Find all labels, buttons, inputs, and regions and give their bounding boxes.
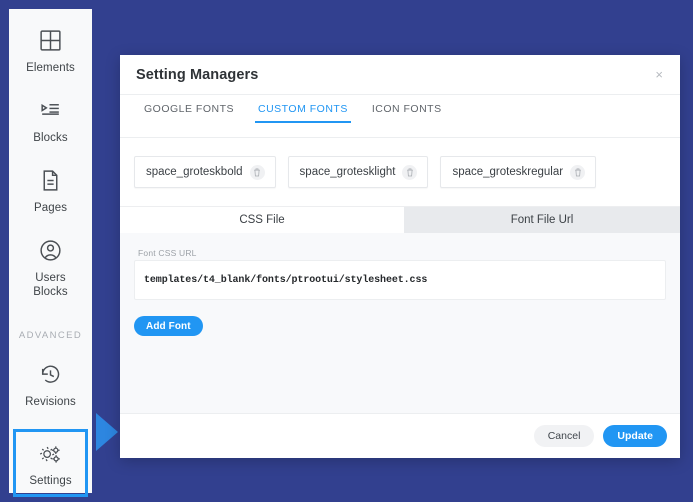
css-file-panel: Font CSS URL templates/t4_blank/fonts/pt… (120, 233, 680, 413)
user-circle-icon (38, 235, 63, 265)
sidebar-item-blocks[interactable]: Blocks (9, 95, 92, 145)
sidebar-item-label: Blocks (33, 132, 68, 144)
sidebar-item-revisions[interactable]: Revisions (9, 359, 92, 409)
gears-icon (37, 440, 64, 470)
sidebar-item-label-line1: Users (35, 272, 66, 284)
font-chip[interactable]: space_groteskbold (134, 156, 276, 188)
sidebar-item-elements[interactable]: Elements (9, 25, 92, 75)
modal-tabbar: GOOGLE FONTS CUSTOM FONTS ICON FONTS (120, 95, 680, 138)
sidebar-item-label-line2: Blocks (33, 286, 68, 298)
sidebar-item-users-blocks[interactable]: Users Blocks (9, 235, 92, 299)
right-arrow-pointer (96, 413, 118, 451)
trash-icon[interactable] (249, 164, 265, 180)
sidebar-item-label: Pages (33, 202, 68, 214)
tab-icon-fonts[interactable]: ICON FONTS (360, 103, 454, 123)
trash-icon[interactable] (570, 164, 586, 180)
modal-footer: Cancel Update (120, 413, 680, 458)
cancel-button[interactable]: Cancel (533, 425, 595, 447)
update-button[interactable]: Update (603, 425, 667, 447)
document-icon (38, 165, 63, 195)
subtab-css-file[interactable]: CSS File (120, 207, 404, 233)
source-subtabs: CSS File Font File Url (120, 206, 680, 233)
add-font-button[interactable]: Add Font (134, 316, 203, 336)
font-css-url-label: Font CSS URL (138, 248, 197, 258)
sidebar-item-label: Users Blocks (33, 271, 67, 299)
font-chip-list: space_groteskbold space_grotesklight spa… (120, 138, 680, 206)
left-sidebar: Elements Blocks Pages Users Blocks ADVAN… (9, 9, 92, 497)
sidebar-item-label: Revisions (25, 396, 76, 408)
sidebar-item-label: Settings (29, 475, 72, 487)
sidebar-item-pages[interactable]: Pages (9, 165, 92, 215)
sidebar-item-label: Elements (26, 62, 75, 74)
font-chip-label: space_groteskregular (452, 166, 564, 178)
tab-custom-fonts[interactable]: CUSTOM FONTS (246, 103, 360, 123)
modal-header: Setting Managers × (120, 55, 680, 95)
sidebar-section-advanced: ADVANCED (18, 330, 83, 341)
tab-google-fonts[interactable]: GOOGLE FONTS (132, 103, 246, 123)
font-chip-label: space_groteskbold (146, 166, 243, 178)
subtab-font-file-url[interactable]: Font File Url (404, 207, 680, 233)
sidebar-item-settings[interactable]: Settings (13, 429, 88, 497)
list-blocks-icon (38, 95, 63, 125)
close-icon[interactable]: × (652, 66, 666, 83)
history-clock-icon (38, 359, 63, 389)
trash-icon[interactable] (402, 164, 418, 180)
font-chip-label: space_grotesklight (299, 166, 396, 178)
modal-title: Setting Managers (136, 66, 259, 83)
app-root: Elements Blocks Pages Users Blocks ADVAN… (0, 0, 693, 502)
font-chip[interactable]: space_groteskregular (440, 156, 597, 188)
grid-icon (38, 25, 63, 55)
font-css-url-input[interactable]: templates/t4_blank/fonts/ptrootui/styles… (134, 260, 666, 300)
setting-managers-modal: Setting Managers × GOOGLE FONTS CUSTOM F… (120, 55, 680, 458)
font-chip[interactable]: space_grotesklight (287, 156, 429, 188)
